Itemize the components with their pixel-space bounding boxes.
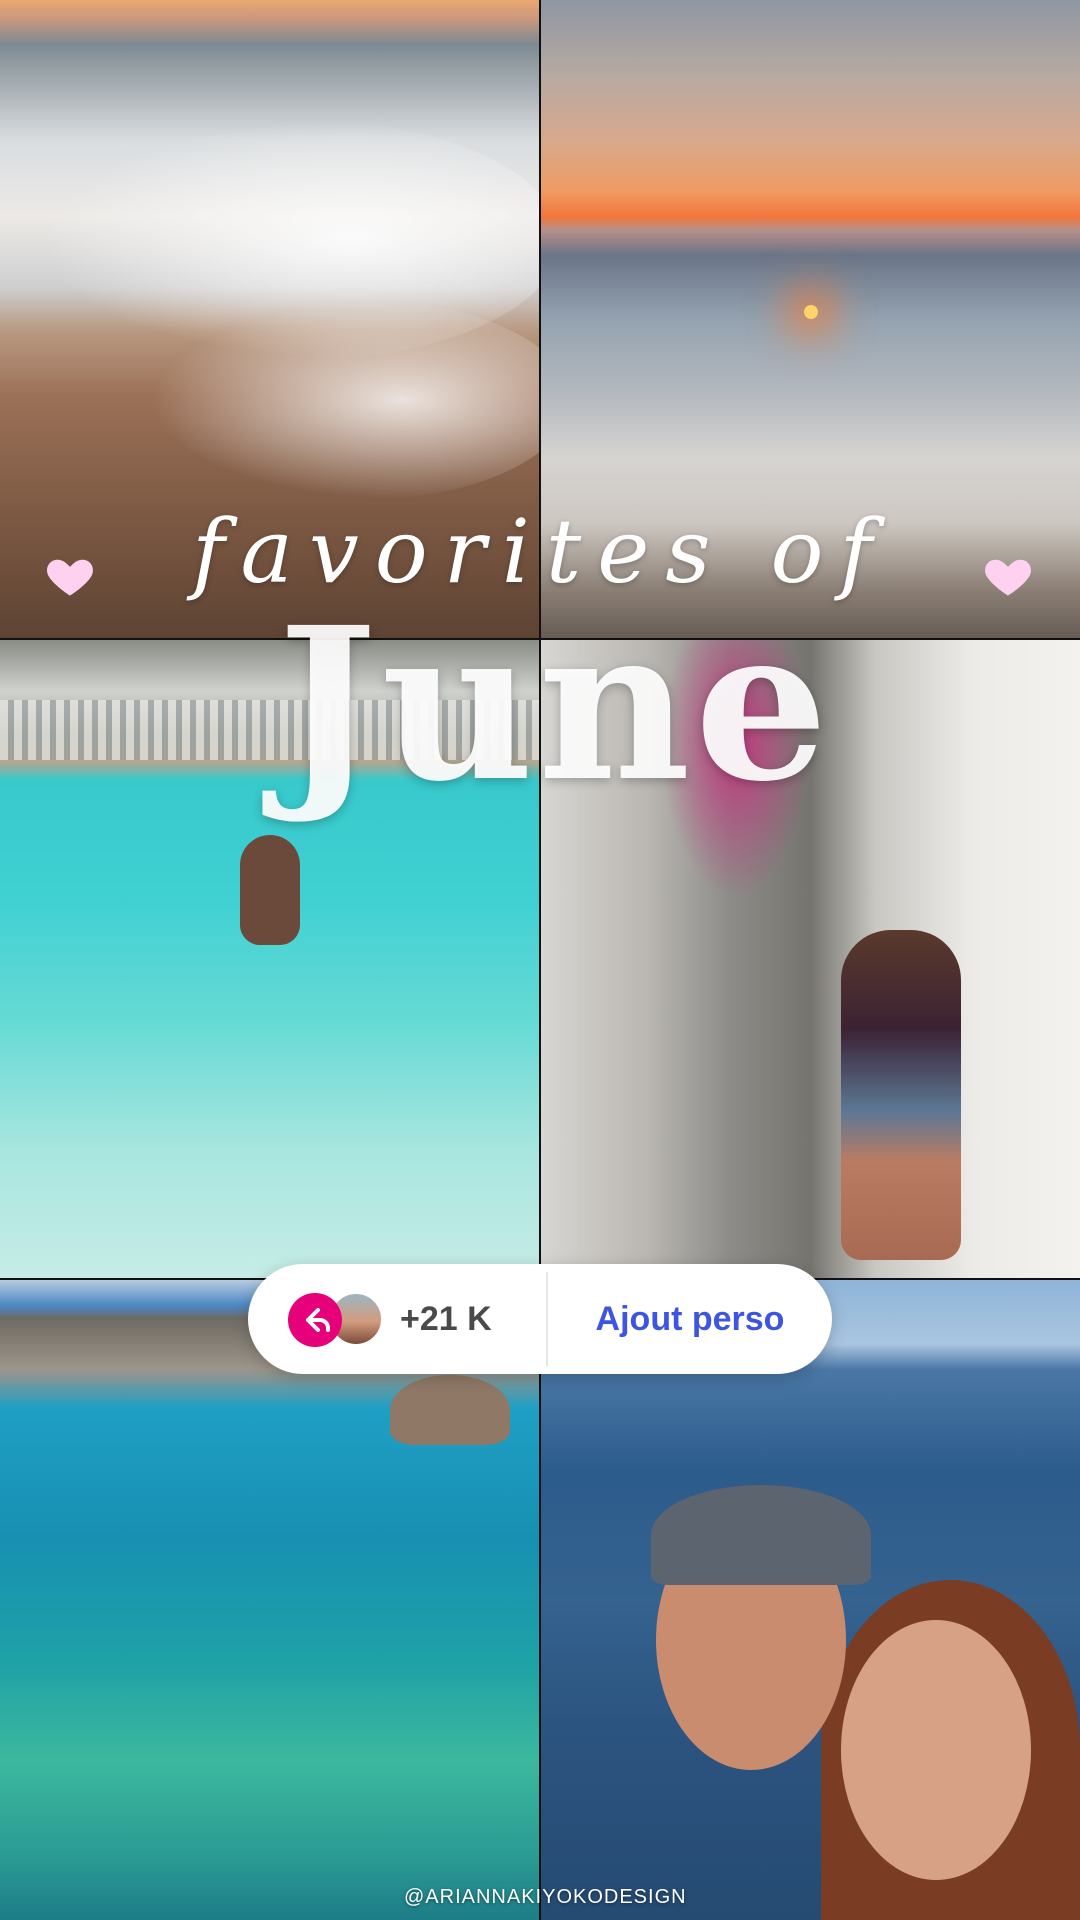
reshare-count[interactable]: +21 K [400, 1294, 492, 1344]
share-bar: +21 K Ajout perso [248, 1264, 832, 1374]
photo-cove [0, 1280, 539, 1920]
heart-icon-right [985, 559, 1031, 596]
reply-arrow-icon[interactable] [288, 1293, 342, 1347]
watermark: @ARIANNAKIYOKODESIGN [404, 1886, 687, 1908]
title-main: June [277, 581, 833, 828]
heart-icon-left [47, 559, 93, 596]
add-yours-button[interactable]: Ajout perso [548, 1294, 832, 1344]
photo-selfie [541, 1280, 1080, 1920]
